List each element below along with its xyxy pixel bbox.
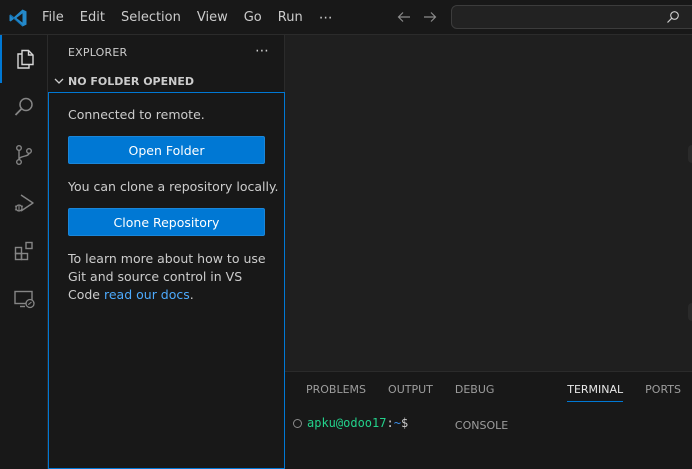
source-control-icon [15,145,32,166]
menu-edit[interactable]: Edit [72,0,113,35]
tab-ports[interactable]: PORTS [634,372,692,406]
menu-go[interactable]: Go [236,0,270,35]
title-bar: File Edit Selection View Go Run ⋯ [0,0,692,35]
editor-edge-handle[interactable] [688,303,692,321]
editor-edge-handle[interactable] [688,145,692,163]
vscode-window: File Edit Selection View Go Run ⋯ EXPLOR… [0,0,692,469]
tab-debug-console[interactable]: DEBUG CONSOLE [444,372,556,432]
learn-more-text: To learn more about how to use Git and s… [68,250,273,304]
panel-tabs: PROBLEMS OUTPUT DEBUG CONSOLE TERMINAL P… [295,372,692,432]
activity-source-control[interactable] [0,131,48,179]
terminal-dollar: $ [400,416,409,430]
arrow-right-icon[interactable] [422,9,438,25]
run-debug-icon [14,194,34,212]
welcome-view: Connected to remote. Open Folder You can… [48,92,285,469]
activity-bar [0,35,48,469]
no-folder-section-header[interactable]: NO FOLDER OPENED [48,70,285,92]
vscode-logo-icon[interactable] [8,8,28,28]
files-icon [17,49,34,69]
tab-problems[interactable]: PROBLEMS [295,372,377,406]
activity-search[interactable] [0,83,48,131]
activity-run-debug[interactable] [0,179,48,227]
remote-explorer-icon [14,290,35,309]
sidebar-title: EXPLORER [68,46,128,59]
open-folder-button[interactable]: Open Folder [68,136,265,164]
chevron-down-icon [54,78,64,84]
connected-text: Connected to remote. [68,107,205,122]
editor-area [285,35,692,371]
section-title: NO FOLDER OPENED [68,74,194,88]
menu-selection[interactable]: Selection [113,0,189,35]
menu-view[interactable]: View [189,0,236,35]
clone-info-text: You can clone a repository locally. [68,179,279,194]
menu-file[interactable]: File [34,0,72,35]
tab-terminal[interactable]: TERMINAL [556,372,634,406]
terminal-status-circle-icon [293,418,302,428]
terminal-colon: : [386,416,394,430]
command-center-search[interactable] [451,5,692,29]
search-icon [14,97,33,116]
search-icon [667,11,679,23]
arrow-left-icon[interactable] [396,9,412,25]
tab-output[interactable]: OUTPUT [377,372,444,406]
terminal-path: ~ [393,416,401,430]
terminal-user-host: apku@odoo17 [307,416,387,430]
menu-more-icon[interactable]: ⋯ [311,10,342,26]
activity-extensions[interactable] [0,227,48,275]
menu-run[interactable]: Run [270,0,311,35]
bottom-panel: PROBLEMS OUTPUT DEBUG CONSOLE TERMINAL P… [285,371,692,469]
explorer-sidebar: EXPLORER ⋯ NO FOLDER OPENED Connected to… [48,35,285,469]
activity-remote-explorer[interactable] [0,275,48,323]
extensions-icon [14,241,33,261]
activity-explorer[interactable] [0,35,48,83]
learn-more-period: . [189,287,194,302]
more-actions-icon[interactable]: ⋯ [255,35,270,70]
read-docs-link[interactable]: read our docs [104,287,190,302]
terminal-prompt[interactable]: apku@odoo17: ~ $ [293,416,408,430]
clone-repository-button[interactable]: Clone Repository [68,208,265,236]
menu-bar: File Edit Selection View Go Run ⋯ [34,0,342,35]
